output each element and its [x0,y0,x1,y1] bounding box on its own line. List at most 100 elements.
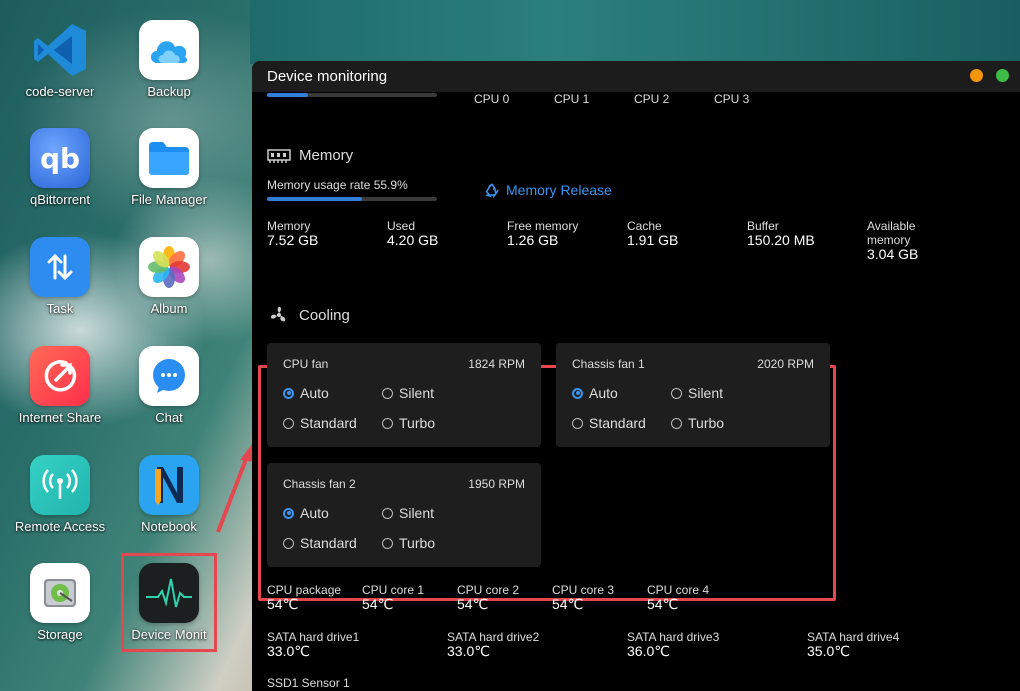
wallpaper-ocean [250,0,1020,64]
cpu-core-label: CPU 2 [634,92,670,106]
desktop-icon-label: Task [46,301,74,316]
window-content: CPU 0 CPU 1 CPU 2 CPU 3 Memory Memory us… [252,92,1020,691]
memory-stat-label: Available memory [867,219,916,247]
radio-selected[interactable] [283,507,294,519]
desktop-icon-file-manager[interactable]: File Manager [114,128,224,207]
fan-mode-silent[interactable]: Silent [671,385,723,401]
window-title: Device monitoring [267,68,388,85]
temp-value: 54℃ [457,596,489,612]
fan-mode-turbo[interactable]: Turbo [382,415,435,431]
desktop-icon-backup[interactable]: Backup [114,20,224,99]
memory-stat: Used 4.20 GB [387,219,438,248]
cpu-core-label: CPU 1 [554,92,590,106]
memory-stat: Cache 1.91 GB [627,219,678,248]
desktop-icon-notebook[interactable]: Notebook [114,455,224,534]
memory-stat: Memory 7.52 GB [267,219,318,248]
cpu-core-label: CPU 3 [714,92,750,106]
desktop-icon-internet-share[interactable]: Internet Share [5,346,115,425]
desktop-icon-label: Backup [147,84,191,99]
radio-unselected[interactable] [572,417,583,429]
memory-release-label: Memory Release [506,182,612,198]
memory-stat-label: Cache [627,219,662,233]
memory-stat-label: Buffer [747,219,779,233]
memory-stat: Buffer 150.20 MB [747,219,815,248]
vscode-icon [30,20,90,80]
radio-selected[interactable] [572,387,583,399]
fan-mode-silent[interactable]: Silent [382,385,434,401]
fan-mode-turbo[interactable]: Turbo [671,415,724,431]
temp-value: 35.0℃ [807,643,850,659]
temp-label: SATA hard drive1 [267,630,360,644]
radio-unselected[interactable] [382,417,393,429]
fan-mode-standard[interactable]: Standard [283,535,357,551]
fan-mode-label: Auto [300,385,329,401]
recycle-icon [485,183,499,198]
fan-mode-turbo[interactable]: Turbo [382,535,435,551]
radio-unselected[interactable] [671,387,682,399]
memory-stat-label: Memory [267,219,311,233]
desktop-icon-label: Storage [37,627,83,642]
temp-label: SATA hard drive3 [627,630,720,644]
temp-label: CPU core 1 [362,583,425,597]
temp-label: CPU core 3 [552,583,615,597]
cpu-core-label: CPU 0 [474,92,510,106]
radio-unselected[interactable] [382,537,393,549]
desktop-icon-album[interactable]: Album [114,237,224,316]
fan-mode-label: Turbo [399,535,436,551]
fan-name: Chassis fan 2 [283,477,356,491]
minimize-button[interactable] [970,69,983,82]
temp-value: 36.0℃ [627,643,670,659]
radio-unselected[interactable] [382,387,393,399]
window-titlebar: Device monitoring [252,61,1020,92]
fan-rpm: 2020 RPM [757,357,814,371]
desktop-icon-remote-access[interactable]: Remote Access [5,455,115,534]
memory-release-button[interactable]: Memory Release [484,182,612,198]
desktop-icon-task[interactable]: Task [5,237,115,316]
fan-mode-label: Silent [688,385,724,401]
memory-chip-icon [267,148,291,163]
desktop-icon-storage[interactable]: Storage [5,563,115,642]
cooling-section-title: Cooling [267,305,350,325]
desktop-icon-code-server[interactable]: code-server [5,20,115,99]
cpu-usage-bar [267,93,437,97]
temp-value: 54℃ [647,596,679,612]
maximize-button[interactable] [996,69,1009,82]
chat-bubble-icon [139,346,199,406]
temp-cpu-package: CPU package 54℃ [267,583,341,612]
desktop-icon-label: Internet Share [18,410,102,425]
radio-unselected[interactable] [283,417,294,429]
desktop-icon-label: qBittorrent [30,192,90,207]
temp-cpu-core: CPU core 4 54℃ [647,583,709,612]
temp-sata-drive: SATA hard drive4 35.0℃ [807,630,899,659]
task-arrows-icon [30,237,90,297]
memory-stat-value: 7.52 GB [267,232,319,248]
temp-label: SATA hard drive4 [807,630,900,644]
selection-highlight [121,553,217,652]
desktop-icon-qbittorrent[interactable]: qb qBittorrent [5,128,115,207]
device-monitoring-window: Device monitoring CPU 0 CPU 1 CPU 2 CPU … [252,61,1020,691]
fan-mode-auto[interactable]: Auto [572,385,618,401]
fan-name: Chassis fan 1 [572,357,645,371]
desktop-icon-chat[interactable]: Chat [114,346,224,425]
radio-selected[interactable] [283,387,294,399]
fan-mode-label: Standard [300,535,357,551]
radio-unselected[interactable] [671,417,682,429]
temp-label: CPU package [267,583,342,597]
desktop-icon-label: Chat [155,410,183,425]
fan-mode-standard[interactable]: Standard [572,415,646,431]
fan-mode-label: Standard [589,415,646,431]
temp-ssd-sensor: SSD1 Sensor 1 [267,676,350,690]
memory-section-title: Memory [267,147,353,164]
hard-drive-icon [30,563,90,623]
memory-stat: Available memory 3.04 GB [867,219,937,262]
fan-mode-auto[interactable]: Auto [283,505,329,521]
temp-sata-drive: SATA hard drive2 33.0℃ [447,630,539,659]
radio-unselected[interactable] [283,537,294,549]
fan-mode-label: Turbo [399,415,436,431]
fan-mode-silent[interactable]: Silent [382,505,434,521]
radio-unselected[interactable] [382,507,393,519]
temp-cpu-core: CPU core 1 54℃ [362,583,424,612]
fan-mode-auto[interactable]: Auto [283,385,329,401]
share-icon [30,346,90,406]
fan-mode-standard[interactable]: Standard [283,415,357,431]
